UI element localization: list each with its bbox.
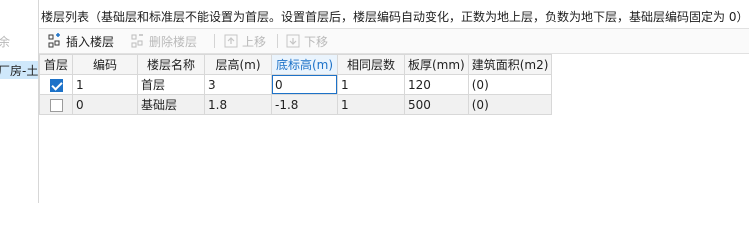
floor-table-header-row: 首层 编码 楼层名称 层高(m) 底标高(m) 相同层数 板厚(mm) 建筑面积… xyxy=(39,54,553,75)
building-area-cell: (0) xyxy=(467,74,553,95)
floor-code-cell[interactable]: 1 xyxy=(72,74,138,95)
floor-tree-panel: 余 厂房-土建 xyxy=(0,0,39,203)
slab-thickness-cell[interactable]: 500 xyxy=(404,94,469,115)
delete-floor-label: 删除楼层 xyxy=(149,34,198,49)
floor-table: 首层 编码 楼层名称 层高(m) 底标高(m) 相同层数 板厚(mm) 建筑面积… xyxy=(39,54,553,115)
same-floors-cell[interactable]: 1 xyxy=(337,74,405,95)
bottom-elevation-cell[interactable]: 0 xyxy=(271,74,338,95)
move-down-button[interactable]: 下移 xyxy=(285,32,328,50)
toolbar-separator xyxy=(277,34,278,48)
header-code[interactable]: 编码 xyxy=(72,54,138,75)
move-down-label: 下移 xyxy=(304,34,329,49)
move-down-icon xyxy=(285,33,301,49)
move-up-button[interactable]: 上移 xyxy=(223,32,266,50)
first-floor-checkbox[interactable] xyxy=(49,78,63,92)
bottom-elevation-cell[interactable]: -1.8 xyxy=(271,94,338,115)
foundation-checkbox[interactable] xyxy=(49,98,63,112)
delete-floor-button[interactable]: 删除楼层 xyxy=(130,32,197,50)
header-slab-thickness[interactable]: 板厚(mm) xyxy=(404,54,469,75)
floor-list-title: 楼层列表（基础层和标准层不能设置为首层。设置首层后，楼层编码自动变化，正数为地上… xyxy=(41,10,749,24)
same-floors-cell[interactable]: 1 xyxy=(337,94,405,115)
move-up-label: 上移 xyxy=(242,34,267,49)
floor-tree-selected-label: 厂房-土建 xyxy=(0,64,39,78)
table-empty-area xyxy=(592,54,749,203)
header-floor-height[interactable]: 层高(m) xyxy=(204,54,272,75)
toolbar-separator xyxy=(214,34,215,48)
floor-table-container: 首层 编码 楼层名称 层高(m) 底标高(m) 相同层数 板厚(mm) 建筑面积… xyxy=(39,54,749,203)
header-floor-name[interactable]: 楼层名称 xyxy=(137,54,205,75)
header-building-area[interactable]: 建筑面积(m2) xyxy=(467,54,553,75)
floor-code-cell[interactable]: 0 xyxy=(72,94,138,115)
foundation-checkbox-cell[interactable] xyxy=(39,94,73,115)
floor-tree-selected-item[interactable]: 厂房-土建 xyxy=(0,61,38,79)
building-area-cell: (0) xyxy=(467,94,553,115)
floor-toolbar: 插入楼层 删除楼层 上移 下移 xyxy=(39,28,749,54)
floor-height-cell[interactable]: 3 xyxy=(204,74,272,95)
delete-floor-icon xyxy=(130,33,146,49)
floor-name-cell[interactable]: 基础层 xyxy=(137,94,205,115)
insert-floor-icon xyxy=(47,33,63,49)
left-top-text: 余 xyxy=(0,33,38,50)
floor-row-first-floor[interactable]: 1 首层 3 0 1 120 (0) xyxy=(39,74,553,95)
floor-name-cell[interactable]: 首层 xyxy=(137,74,205,95)
floor-row-foundation[interactable]: 0 基础层 1.8 -1.8 1 500 (0) xyxy=(39,94,553,115)
move-up-icon xyxy=(223,33,239,49)
header-first-floor[interactable]: 首层 xyxy=(39,54,73,75)
insert-floor-label: 插入楼层 xyxy=(66,34,115,49)
header-bottom-elevation[interactable]: 底标高(m) xyxy=(271,54,338,75)
insert-floor-button[interactable]: 插入楼层 xyxy=(47,32,114,50)
floor-list-panel: 楼层列表（基础层和标准层不能设置为首层。设置首层后，楼层编码自动变化，正数为地上… xyxy=(39,0,749,203)
first-floor-checkbox-cell[interactable] xyxy=(39,74,73,95)
slab-thickness-cell[interactable]: 120 xyxy=(404,74,469,95)
floor-height-cell[interactable]: 1.8 xyxy=(204,94,272,115)
header-same-floors[interactable]: 相同层数 xyxy=(337,54,405,75)
